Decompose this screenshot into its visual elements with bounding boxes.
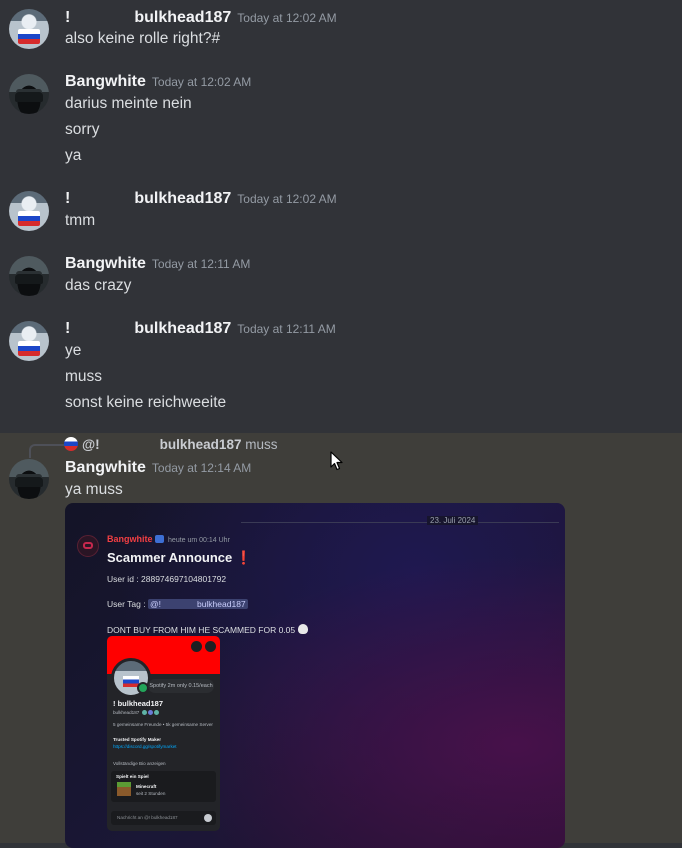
profile-about-link: https://discord.gg/spotifymarket xyxy=(113,744,177,749)
timestamp: Today at 12:11 AM xyxy=(237,322,336,336)
profile-card: Spotify 2m only 0.15/each ! bulkhead187 … xyxy=(107,636,220,831)
username[interactable]: ! xyxy=(65,190,70,207)
username-suffix[interactable]: bulkhead187 xyxy=(134,190,231,207)
message-text: ye xyxy=(65,342,82,359)
username[interactable]: ! xyxy=(65,320,70,337)
reply-preview[interactable]: @! bulkhead187 muss xyxy=(64,437,278,453)
message-text: sorry xyxy=(65,121,100,138)
profile-mutuals: 5 gemeinsame Freunde • 5k gemeinsame Ser… xyxy=(113,722,213,727)
embed-user-tag: User Tag : @! bulkhead187 xyxy=(107,599,248,609)
reply-username[interactable]: bulkhead187 xyxy=(160,437,242,452)
profile-activity: Spielt ein Spiel Minecraft seit 2 Stunde… xyxy=(111,771,216,802)
timestamp: Today at 12:02 AM xyxy=(151,75,252,89)
embed-header: Bangwhite heute um 00:14 Uhr xyxy=(107,534,230,544)
message-text: sonst keine reichweeite xyxy=(65,394,227,411)
add-friend-icon xyxy=(191,641,202,652)
embed-warning: DONT BUY FROM HIM HE SCAMMED FOR 0.05 xyxy=(107,624,308,635)
message-text: ya muss xyxy=(65,481,123,498)
date-divider-label: 23. Juli 2024 xyxy=(427,516,479,525)
minecraft-icon xyxy=(117,782,131,796)
more-icon xyxy=(205,641,216,652)
embed-mention: @! bulkhead187 xyxy=(147,599,248,609)
message-text: muss xyxy=(65,368,103,385)
profile-about-title: Trusted Spotify Maker xyxy=(113,737,161,742)
username[interactable]: ! xyxy=(65,9,70,26)
avatar[interactable] xyxy=(9,191,49,231)
message-header: ! bulkhead187 Today at 12:02 AM xyxy=(65,8,337,28)
custom-status: Spotify 2m only 0.15/each xyxy=(148,679,214,693)
username-suffix[interactable]: bulkhead187 xyxy=(134,320,231,337)
message-header: Bangwhite Today at 12:14 AM xyxy=(65,458,251,478)
profile-username: bulkhead187 xyxy=(113,710,159,715)
profile-message-input: Nachricht an @! bulkhead187 xyxy=(111,811,216,825)
avatar[interactable] xyxy=(9,321,49,361)
username[interactable]: Bangwhite xyxy=(65,255,146,272)
username[interactable]: Bangwhite xyxy=(65,73,146,90)
date-divider xyxy=(241,522,559,523)
message-header: ! bulkhead187 Today at 12:11 AM xyxy=(65,319,336,339)
avatar[interactable] xyxy=(9,459,49,499)
exclamation-icon: ❗ xyxy=(235,550,253,565)
message-text: das crazy xyxy=(65,277,132,294)
image-attachment[interactable]: 23. Juli 2024 Bangwhite heute um 00:14 U… xyxy=(65,503,565,848)
embed-title: Scammer Announce ❗ xyxy=(107,550,253,565)
reply-mention[interactable]: @! xyxy=(82,437,100,452)
timestamp: Today at 12:02 AM xyxy=(237,192,337,206)
message-header: Bangwhite Today at 12:11 AM xyxy=(65,254,250,274)
skull-icon xyxy=(297,624,308,634)
message-text: darius meinte nein xyxy=(65,95,192,112)
username[interactable]: Bangwhite xyxy=(65,459,146,476)
avatar[interactable] xyxy=(9,256,49,296)
profile-full-bio: Vollständige Bio anzeigen xyxy=(113,761,166,766)
timestamp: Today at 12:14 AM xyxy=(151,461,252,475)
message-header: Bangwhite Today at 12:02 AM xyxy=(65,72,251,92)
message-text: ya xyxy=(65,147,82,164)
message-header: ! bulkhead187 Today at 12:02 AM xyxy=(65,189,337,209)
embed-user-id: User id : 288974697104801792 xyxy=(107,574,227,584)
activity-time: seit 2 Stunden xyxy=(136,791,166,796)
timestamp: Today at 12:02 AM xyxy=(237,11,337,25)
profile-display-name: ! bulkhead187 xyxy=(113,699,164,708)
embed-time: heute um 00:14 Uhr xyxy=(168,537,230,544)
message-text: tmm xyxy=(65,212,96,229)
avatar[interactable] xyxy=(9,9,49,49)
reply-text: muss xyxy=(245,437,278,452)
mouse-cursor-icon xyxy=(330,451,343,471)
reply-avatar xyxy=(64,437,78,451)
message-text: also keine rolle right?# xyxy=(65,30,221,47)
username-suffix[interactable]: bulkhead187 xyxy=(134,9,231,26)
timestamp: Today at 12:11 AM xyxy=(151,257,251,271)
embed-author: Bangwhite xyxy=(107,534,153,544)
badge-icon xyxy=(154,535,164,543)
avatar[interactable] xyxy=(9,74,49,114)
reply-spine xyxy=(29,444,65,458)
embed-avatar xyxy=(77,535,99,557)
activity-label: Spielt ein Spiel xyxy=(116,774,149,779)
activity-game: Minecraft xyxy=(136,784,157,789)
emoji-icon xyxy=(204,814,212,822)
